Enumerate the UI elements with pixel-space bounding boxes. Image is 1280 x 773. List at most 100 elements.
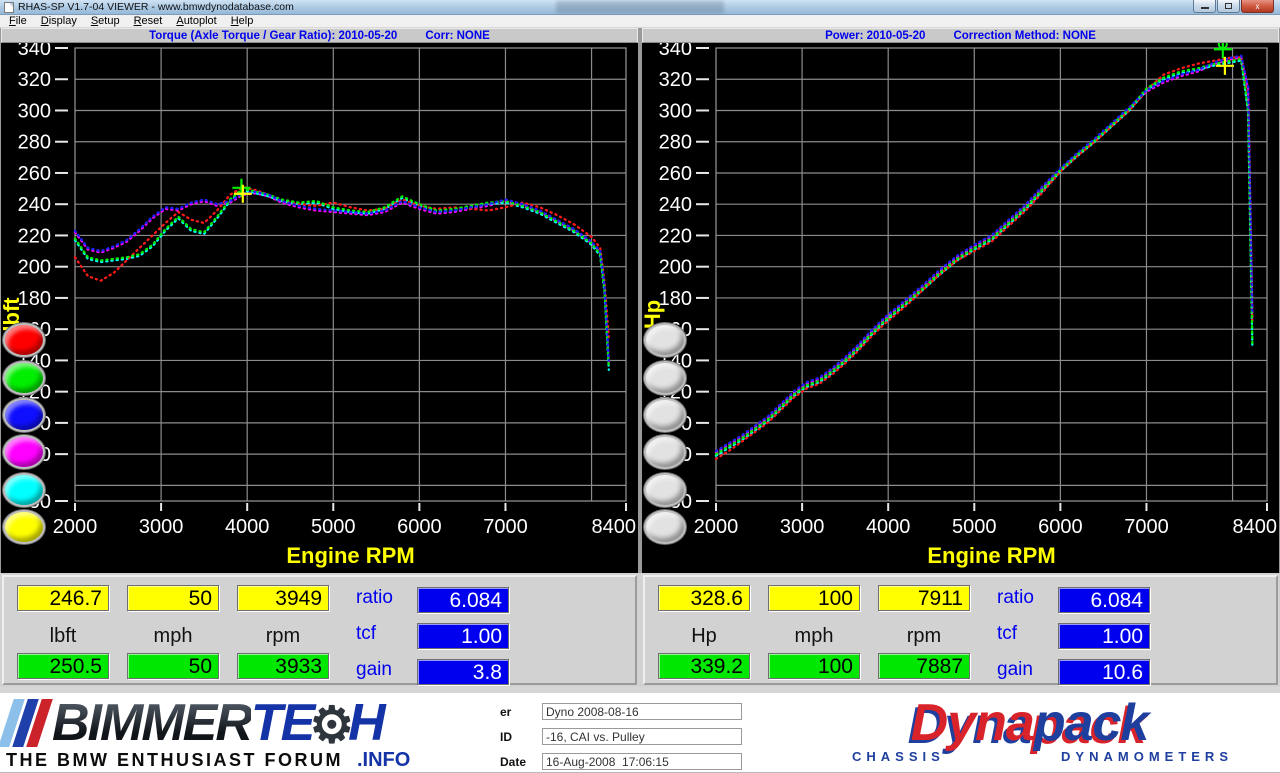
close-button[interactable]: x	[1241, 0, 1274, 13]
power-unit-rpm: rpm	[906, 625, 942, 647]
torque-panel: Torque (Axle Torque / Gear Ratio): 2010-…	[1, 28, 638, 573]
bimmer-wordmark: BIMMER	[52, 694, 253, 752]
svg-text:Engine RPM: Engine RPM	[286, 543, 414, 568]
run-metadata: er ID Date	[500, 699, 742, 773]
background-window-artifact	[556, 1, 724, 13]
power-ratio-value: 6.084	[1058, 587, 1150, 613]
run-select-button-2[interactable]	[5, 363, 43, 393]
gear-icon: ⚙	[309, 697, 354, 753]
power-panel-header: Power: 2010-05-20 Correction Method: NON…	[642, 28, 1279, 43]
dynapack-logo: Dynapack CHASSIS DYNAMOMETERS	[812, 697, 1247, 764]
power-ratio-label: ratio	[997, 587, 1034, 608]
svg-text:340: 340	[18, 43, 51, 60]
power-chart-region: 3403203002802602402202001801601401201008…	[642, 43, 1279, 573]
svg-text:300: 300	[18, 100, 51, 122]
svg-text:260: 260	[659, 163, 692, 185]
power-chart[interactable]: 3403203002802602402202001801601401201008…	[642, 43, 1279, 573]
customer-field-label: er	[500, 704, 512, 719]
power-gain-value: 10.6	[1058, 659, 1150, 685]
run-select-button-3[interactable]	[5, 400, 43, 430]
svg-text:340: 340	[659, 43, 692, 60]
svg-text:6000: 6000	[1038, 516, 1083, 538]
run-select-button-1[interactable]	[5, 325, 43, 355]
torque-readout: 246.7 50 3949 lbft mph rpm 250.5 50 3933…	[2, 575, 637, 685]
svg-text:8400: 8400	[592, 516, 637, 538]
svg-text:2000: 2000	[694, 516, 739, 538]
svg-text:320: 320	[18, 69, 51, 91]
torque-unit-mph: mph	[153, 625, 193, 647]
svg-text:300: 300	[659, 100, 692, 122]
svg-text:5000: 5000	[311, 516, 356, 538]
power-tcf-label: tcf	[997, 623, 1018, 644]
maximize-button[interactable]	[1217, 0, 1240, 13]
svg-text:7000: 7000	[483, 516, 528, 538]
dynapack-word-dyna: Dyna	[910, 694, 1035, 752]
power-unit-mph: mph	[794, 625, 834, 647]
svg-text:240: 240	[18, 194, 51, 216]
run-select-button-4[interactable]	[646, 437, 684, 467]
minimize-button[interactable]	[1193, 0, 1216, 13]
run-select-button-2[interactable]	[646, 363, 684, 393]
dynapack-sub-dynamometers: DYNAMOMETERS	[1061, 749, 1233, 764]
customer-field-input[interactable]	[542, 703, 742, 720]
menu-display[interactable]: Display	[34, 15, 84, 28]
dynapack-word-pack: pack	[1033, 694, 1150, 752]
bmw-stripes-icon	[0, 699, 56, 747]
torque-unit-lbft: lbft	[49, 625, 77, 647]
torque-green-cursor-mph: 50	[127, 653, 219, 679]
run-select-button-6[interactable]	[5, 512, 43, 542]
footer: BIMMER TE ⚙ H THE BMW ENTHUSIAST FORUM .IN…	[0, 687, 1280, 773]
menu-file[interactable]: File	[2, 15, 34, 28]
svg-text:200: 200	[18, 257, 51, 279]
svg-text:8400: 8400	[1233, 516, 1278, 538]
torque-unit-rpm: rpm	[265, 625, 301, 647]
torque-yellow-cursor-mph: 50	[127, 585, 219, 611]
bimmertech-tagline: THE BMW ENTHUSIAST FORUM	[6, 750, 343, 770]
torque-ratio-value: 6.084	[417, 587, 509, 613]
id-field-label: ID	[500, 729, 512, 744]
run-select-button-5[interactable]	[5, 475, 43, 505]
window-title: RHAS-SP V1.7-04 VIEWER - www.bmwdynodata…	[18, 1, 294, 13]
date-field-label: Date	[500, 754, 527, 769]
torque-green-cursor-value: 250.5	[17, 653, 109, 679]
svg-text:220: 220	[659, 225, 692, 247]
id-field-input[interactable]	[542, 728, 742, 745]
torque-ratio-label: ratio	[356, 587, 393, 608]
date-field-input[interactable]	[542, 753, 742, 770]
svg-text:2000: 2000	[53, 516, 98, 538]
svg-text:5000: 5000	[952, 516, 997, 538]
torque-chart-region: 3403203002802602402202001801601401201008…	[1, 43, 638, 573]
torque-chart[interactable]: 3403203002802602402202001801601401201008…	[1, 43, 638, 573]
power-correction: Correction Method: NONE	[953, 29, 1096, 42]
torque-yellow-cursor-rpm: 3949	[237, 585, 329, 611]
menu-autoplot[interactable]: Autoplot	[169, 15, 223, 28]
svg-text:Engine RPM: Engine RPM	[927, 543, 1055, 568]
svg-text:7000: 7000	[1124, 516, 1169, 538]
power-green-cursor-rpm: 7887	[878, 653, 970, 679]
run-select-button-3[interactable]	[646, 400, 684, 430]
torque-yellow-cursor-value: 246.7	[17, 585, 109, 611]
power-tcf-value: 1.00	[1058, 623, 1150, 649]
chart-area: Torque (Axle Torque / Gear Ratio): 2010-…	[0, 28, 1280, 573]
run-select-button-4[interactable]	[5, 437, 43, 467]
power-yellow-cursor-value: 328.6	[658, 585, 750, 611]
torque-tcf-label: tcf	[356, 623, 377, 644]
run-select-button-1[interactable]	[646, 325, 684, 355]
restore-icon	[1225, 3, 1232, 9]
svg-text:3000: 3000	[139, 516, 184, 538]
menu-reset[interactable]: Reset	[127, 15, 170, 28]
torque-gain-label: gain	[356, 659, 392, 680]
window-titlebar: RHAS-SP V1.7-04 VIEWER - www.bmwdynodata…	[0, 0, 1280, 15]
run-select-button-6[interactable]	[646, 512, 684, 542]
menu-setup[interactable]: Setup	[84, 15, 127, 28]
dynapack-sub-chassis: CHASSIS	[852, 749, 945, 764]
svg-text:260: 260	[18, 163, 51, 185]
power-readout: 328.6 100 7911 Hp mph rpm 339.2 100 7887…	[643, 575, 1278, 685]
svg-text:320: 320	[659, 69, 692, 91]
torque-gain-value: 3.8	[417, 659, 509, 685]
minimize-icon	[1200, 7, 1209, 9]
run-select-button-5[interactable]	[646, 475, 684, 505]
torque-tcf-value: 1.00	[417, 623, 509, 649]
menu-help[interactable]: Help	[224, 15, 261, 28]
power-unit-hp: Hp	[691, 625, 717, 647]
